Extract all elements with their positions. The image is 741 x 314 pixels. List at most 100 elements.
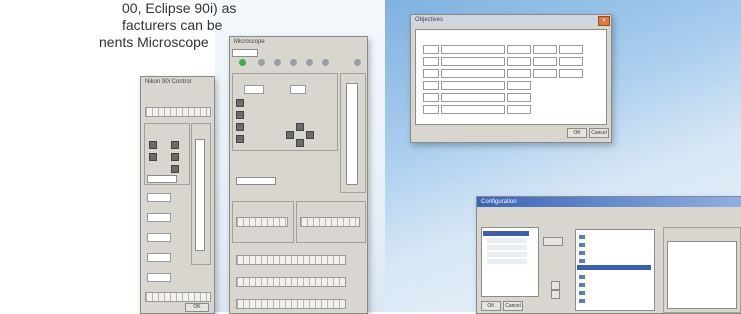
diascopic-icon[interactable]	[149, 141, 157, 149]
objective-1-icon[interactable]	[258, 59, 265, 66]
table-row-5-position[interactable]	[423, 93, 439, 102]
close-icon[interactable]: ×	[598, 16, 610, 26]
table-row-2-position[interactable]	[423, 57, 439, 66]
table-row-4-name[interactable]	[441, 81, 505, 90]
stage-down-icon[interactable]	[296, 139, 304, 147]
device-list-item-selected[interactable]	[577, 265, 651, 270]
device-icon	[579, 243, 585, 247]
shutter-icon[interactable]	[236, 135, 244, 143]
table-row-6-name[interactable]	[441, 105, 505, 114]
table-row-1-value-b[interactable]	[533, 45, 557, 54]
device-icon	[579, 259, 585, 263]
copy-line-1: 00, Eclipse 90i) as	[122, 0, 237, 16]
condenser-select[interactable]	[236, 177, 276, 185]
window-title: Microscope	[230, 37, 367, 47]
intensity-field[interactable]	[244, 85, 264, 94]
table-row-2-value-b[interactable]	[533, 57, 557, 66]
device-icon	[579, 275, 585, 279]
table-row-6-value-a[interactable]	[507, 105, 531, 114]
microscope-control-window-left: Nikon 90i Control OK	[140, 76, 215, 314]
power-on-icon[interactable]	[239, 59, 246, 66]
filter-3-icon[interactable]	[171, 165, 179, 173]
table-row-3-value-a[interactable]	[507, 69, 531, 78]
add-arrow-button[interactable]	[543, 237, 563, 246]
table-row-1-value-a[interactable]	[507, 45, 531, 54]
table-row-4-position[interactable]	[423, 81, 439, 90]
stage-left-icon[interactable]	[286, 131, 294, 139]
properties-list[interactable]	[667, 241, 737, 309]
table-row-2-value-c[interactable]	[559, 57, 583, 66]
nd-filter-field[interactable]	[147, 273, 171, 282]
camera-icon[interactable]	[236, 123, 244, 131]
table-row-2-name[interactable]	[441, 57, 505, 66]
stage-right-icon[interactable]	[306, 131, 314, 139]
device-icon	[579, 283, 585, 287]
diascopic-icon[interactable]	[236, 99, 244, 107]
table-row-3-name[interactable]	[441, 69, 505, 78]
objective-2-icon[interactable]	[274, 59, 281, 66]
ok-button-left[interactable]: OK	[185, 303, 209, 312]
stage-joystick-icon[interactable]	[296, 123, 304, 131]
episcopic-icon[interactable]	[236, 111, 244, 119]
objectives-dialog: Objectives × OK Cancel	[410, 14, 612, 143]
filter-1-icon[interactable]	[171, 141, 179, 149]
table-row-1-name[interactable]	[441, 45, 505, 54]
objective-4-icon[interactable]	[306, 59, 313, 66]
tree-item[interactable]	[487, 259, 527, 264]
filter-block-bar[interactable]	[236, 255, 346, 265]
window-title: Nikon 90i Control	[141, 77, 214, 87]
move-up-button[interactable]	[551, 281, 560, 290]
table-row-5-value-a[interactable]	[507, 93, 531, 102]
ok-button[interactable]: OK	[481, 301, 501, 311]
filter-2-icon[interactable]	[171, 153, 179, 161]
tree-item-selected[interactable]	[483, 231, 529, 236]
copy-line-2: facturers can be	[122, 17, 223, 33]
cancel-button[interactable]: Cancel	[503, 301, 523, 311]
focus-slider-track[interactable]	[346, 83, 358, 185]
table-row-2-value-a[interactable]	[507, 57, 531, 66]
tree-item[interactable]	[487, 245, 527, 250]
device-icon	[579, 299, 585, 303]
table-row-3-value-b[interactable]	[533, 69, 557, 78]
field-stop-field[interactable]	[147, 213, 171, 222]
aperture-field[interactable]	[290, 85, 306, 94]
table-row-1-value-c[interactable]	[559, 45, 583, 54]
device-icon	[579, 235, 585, 239]
configuration-dialog: Configuration OK Cancel	[476, 196, 741, 314]
body-copy: 00, Eclipse 90i) as facturers can be nen…	[0, 0, 237, 51]
dialog-title: Objectives	[411, 15, 611, 25]
device-list[interactable]	[575, 229, 655, 311]
cancel-button[interactable]: Cancel	[589, 128, 609, 138]
episcopic-icon[interactable]	[149, 153, 157, 161]
table-row-4-value-a[interactable]	[507, 81, 531, 90]
move-down-button[interactable]	[551, 290, 560, 299]
objective-6-icon[interactable]	[354, 59, 361, 66]
microscope-control-window-middle: Microscope	[229, 36, 368, 314]
device-icon	[579, 251, 585, 255]
table-row-6-position[interactable]	[423, 105, 439, 114]
filter-block-bar[interactable]	[145, 292, 211, 302]
dialog-title: Configuration	[477, 197, 741, 207]
table-row-3-value-c[interactable]	[559, 69, 583, 78]
device-icon	[579, 291, 585, 295]
copy-line-3: nents Microscope	[99, 34, 209, 50]
tree-item[interactable]	[487, 252, 527, 257]
condenser-select[interactable]	[147, 175, 177, 183]
filter-wheel-2-bar[interactable]	[300, 217, 360, 227]
table-row-3-position[interactable]	[423, 69, 439, 78]
objective-3-icon[interactable]	[290, 59, 297, 66]
aperture-field[interactable]	[147, 233, 171, 242]
objective-5-icon[interactable]	[322, 59, 329, 66]
table-row-1-position[interactable]	[423, 45, 439, 54]
ok-button[interactable]: OK	[567, 128, 587, 138]
focus-slider-track[interactable]	[195, 139, 205, 251]
filter-wheel-1-bar[interactable]	[236, 217, 288, 227]
lamp-intensity-field[interactable]	[147, 253, 171, 262]
table-row-5-name[interactable]	[441, 93, 505, 102]
emission-filter-bar[interactable]	[236, 299, 346, 309]
excitation-filter-bar[interactable]	[236, 277, 346, 287]
tree-item[interactable]	[487, 238, 527, 243]
shutter-field[interactable]	[147, 193, 171, 202]
microscope-select[interactable]	[232, 49, 258, 57]
nosepiece-position-bar[interactable]	[145, 107, 211, 117]
